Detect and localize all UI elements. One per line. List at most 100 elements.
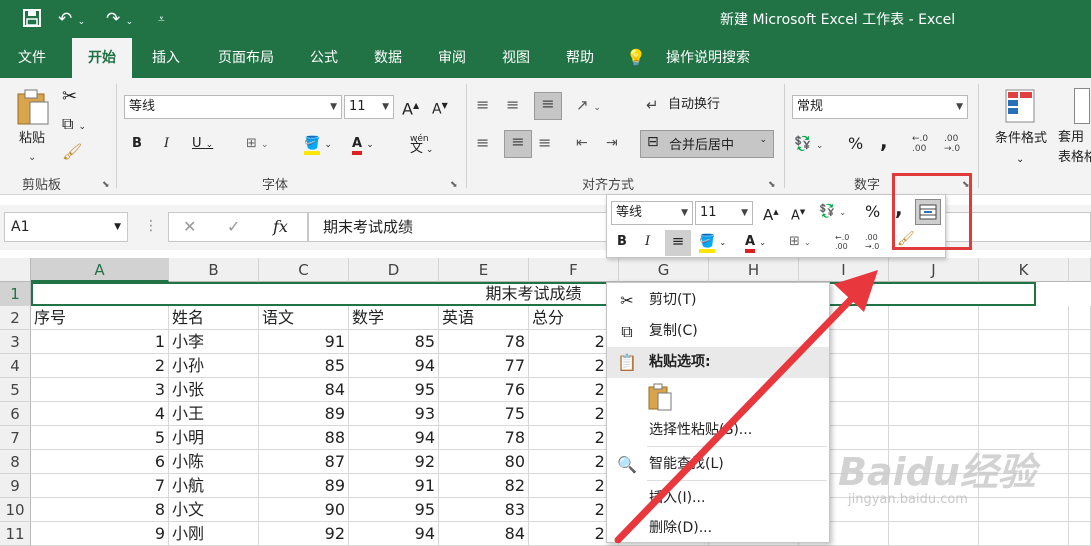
grid-cell[interactable] xyxy=(979,354,1069,378)
grid-cell[interactable]: 语文 xyxy=(259,306,349,330)
grid-cell[interactable]: 80 xyxy=(439,450,529,474)
increase-decimal-icon[interactable]: ←.0.00 xyxy=(912,134,928,154)
grid-cell[interactable]: 94 xyxy=(349,426,439,450)
align-bottom-icon[interactable]: ≡ xyxy=(534,92,562,120)
grid-cell[interactable] xyxy=(979,330,1069,354)
decrease-decimal-icon[interactable]: .00 →.0 xyxy=(865,233,879,251)
grid-cell[interactable] xyxy=(1069,450,1091,474)
italic-icon[interactable]: I xyxy=(645,231,650,255)
row-header[interactable]: 3 xyxy=(0,330,31,354)
row-header[interactable]: 9 xyxy=(0,474,31,498)
grid-cell[interactable]: 2 xyxy=(31,354,169,378)
fill-color-icon[interactable]: 🪣 ⌄ xyxy=(304,133,332,157)
customize-qat-icon[interactable]: ⩡ xyxy=(158,8,165,30)
redo-icon[interactable]: ↷ ⌄ xyxy=(106,8,133,33)
column-header[interactable] xyxy=(1069,258,1091,282)
name-box[interactable]: A1 ▼ xyxy=(4,212,128,242)
grid-cell[interactable] xyxy=(979,306,1069,330)
grid-cell[interactable]: 小航 xyxy=(169,474,259,498)
bold-icon[interactable]: B xyxy=(132,133,142,157)
grid-cell[interactable] xyxy=(1069,354,1091,378)
grid-cell[interactable]: 85 xyxy=(349,330,439,354)
tab-review[interactable]: 审阅 xyxy=(426,38,478,78)
menu-item-paste-special[interactable]: 选择性粘贴(S)... xyxy=(607,415,829,446)
grid-cell[interactable] xyxy=(889,378,979,402)
grid-cell[interactable] xyxy=(1069,306,1091,330)
grid-cell[interactable]: 87 xyxy=(259,450,349,474)
column-header[interactable]: F xyxy=(529,258,619,282)
grid-cell[interactable] xyxy=(1069,522,1091,546)
grid-cell[interactable]: 9 xyxy=(31,522,169,546)
font-color-icon[interactable]: A ⌄ xyxy=(745,231,766,255)
cut-icon[interactable]: ✂ xyxy=(62,86,77,107)
grid-cell[interactable]: 姓名 xyxy=(169,306,259,330)
tab-help[interactable]: 帮助 xyxy=(554,38,606,78)
wrap-text-icon[interactable]: ↵ xyxy=(646,94,659,118)
grid-cell[interactable] xyxy=(1069,378,1091,402)
menu-item-insert[interactable]: 插入(I)... xyxy=(607,483,829,514)
mini-size-combo[interactable]: 11 ▼ xyxy=(695,201,753,225)
grid-cell[interactable]: 94 xyxy=(349,522,439,546)
column-header[interactable]: D xyxy=(349,258,439,282)
font-color-icon[interactable]: A ⌄ xyxy=(352,133,374,157)
decrease-font-icon[interactable]: A▼ xyxy=(432,95,448,119)
menu-item-delete[interactable]: 删除(D)... xyxy=(607,513,829,544)
save-icon[interactable] xyxy=(22,8,42,34)
align-center-icon[interactable]: ≡ xyxy=(504,130,532,158)
tell-me-search[interactable]: 操作说明搜索 xyxy=(658,38,758,78)
column-header[interactable]: C xyxy=(259,258,349,282)
grid-cell[interactable]: 91 xyxy=(349,474,439,498)
row-header[interactable]: 10 xyxy=(0,498,31,522)
grid-cell[interactable] xyxy=(889,354,979,378)
column-header[interactable]: K xyxy=(979,258,1069,282)
grid-cell[interactable]: 5 xyxy=(31,426,169,450)
grid-cell[interactable] xyxy=(979,426,1069,450)
grid-cell[interactable]: 3 xyxy=(31,378,169,402)
column-header[interactable]: H xyxy=(709,258,799,282)
row-header[interactable]: 6 xyxy=(0,402,31,426)
tab-insert[interactable]: 插入 xyxy=(140,38,192,78)
grid-cell[interactable]: 85 xyxy=(259,354,349,378)
grid-cell[interactable]: 89 xyxy=(259,402,349,426)
column-header[interactable]: B xyxy=(169,258,259,282)
grid-cell[interactable]: 84 xyxy=(439,522,529,546)
chevron-down-icon[interactable]: ⌄ xyxy=(1016,154,1024,165)
grid-cell[interactable]: 序号 xyxy=(31,306,169,330)
grid-cell[interactable]: 75 xyxy=(439,402,529,426)
format-painter-icon[interactable]: 🖌 xyxy=(62,142,82,161)
column-header[interactable]: G xyxy=(619,258,709,282)
increase-indent-icon[interactable]: ⇥ xyxy=(606,132,618,156)
merge-center-button[interactable]: ⊟ 合并后居中 ⌄ xyxy=(640,130,774,158)
column-header[interactable]: J xyxy=(889,258,979,282)
grid-cell[interactable] xyxy=(889,330,979,354)
grid-cell[interactable]: 94 xyxy=(349,354,439,378)
tab-data[interactable]: 数据 xyxy=(362,38,414,78)
clipboard-launcher-icon[interactable]: ⬊ xyxy=(102,180,110,190)
menu-item-cut[interactable]: ✂ 剪切(T) xyxy=(607,285,829,316)
column-header[interactable]: A xyxy=(31,258,169,282)
tab-home[interactable]: 开始 xyxy=(72,38,132,78)
select-all-corner[interactable] xyxy=(0,258,31,282)
phonetic-guide-icon[interactable]: wén 文 ⌄ xyxy=(410,134,433,155)
grid-cell[interactable]: 93 xyxy=(349,402,439,426)
row-header[interactable]: 7 xyxy=(0,426,31,450)
align-top-icon[interactable]: ≡ xyxy=(476,94,489,118)
conditional-format-icon[interactable] xyxy=(1004,88,1036,124)
grid-cell[interactable] xyxy=(1069,498,1091,522)
number-format-combo[interactable]: 常规 ▼ xyxy=(792,95,968,119)
grid-cell[interactable]: 小李 xyxy=(169,330,259,354)
decrease-decimal-icon[interactable]: .00 →.0 xyxy=(944,134,960,154)
grid-cell[interactable]: 82 xyxy=(439,474,529,498)
format-as-table-button[interactable]: 套用 表格格 xyxy=(1058,128,1091,168)
grid-cell[interactable]: 4 xyxy=(31,402,169,426)
grid-cell[interactable] xyxy=(889,522,979,546)
format-table-icon[interactable] xyxy=(1074,88,1090,124)
grid-cell[interactable]: 78 xyxy=(439,426,529,450)
grid-cell[interactable] xyxy=(1069,426,1091,450)
undo-icon[interactable]: ↶ ⌄ xyxy=(58,8,85,33)
italic-icon[interactable]: I xyxy=(164,133,169,157)
fill-color-icon[interactable]: 🪣 ⌄ xyxy=(699,231,726,255)
grid-cell[interactable] xyxy=(889,402,979,426)
grid-cell[interactable] xyxy=(1069,402,1091,426)
mini-font-combo[interactable]: 等线 ▼ xyxy=(611,201,693,225)
